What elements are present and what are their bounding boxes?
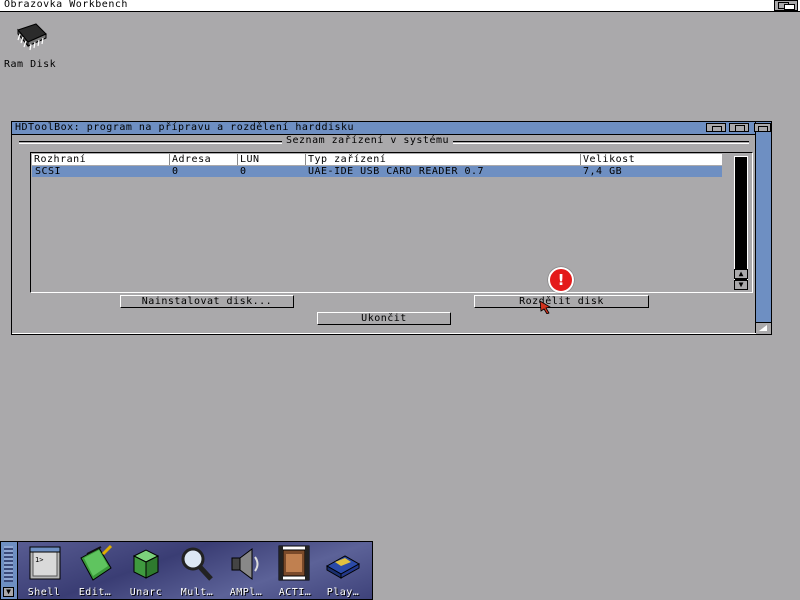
dock-item-play[interactable]: Play…: [319, 544, 367, 599]
magnifier-icon: [181, 547, 213, 581]
ram-disk-icon-item[interactable]: Ram Disk: [4, 20, 68, 72]
window-right-border: [754, 122, 771, 334]
dock-label-edit: Edit…: [78, 587, 112, 598]
speaker-icon: [231, 548, 259, 580]
column-header-lun[interactable]: LUN: [237, 154, 305, 165]
window-title: HDToolBox: program na přípravu a rozděle…: [15, 122, 355, 133]
column-header-size[interactable]: Velikost: [580, 154, 722, 165]
hdtoolbox-window: HDToolBox: program na přípravu a rozděle…: [11, 121, 772, 335]
partition-disk-button[interactable]: Rozdělit disk: [474, 295, 649, 308]
dock-item-action[interactable]: ACTI…: [271, 544, 319, 599]
dock-label-unarc: Unarc: [129, 587, 163, 598]
window-title-bar[interactable]: HDToolBox: program na přípravu a rozděle…: [12, 122, 756, 135]
screen-depth-gadget[interactable]: [774, 0, 798, 11]
dock-label-action: ACTI…: [278, 587, 312, 598]
dock-item-multiview[interactable]: Mult…: [173, 544, 221, 599]
iconify-gadget[interactable]: [706, 123, 726, 132]
device-list[interactable]: Rozhraní Adresa LUN Typ zařízení Velikos…: [30, 152, 753, 293]
dock: ▼ 1> Shell Edit… Unarc Mult… AMPl… ACTI……: [0, 541, 373, 600]
cell-interface: SCSI: [35, 166, 62, 177]
dock-label-play: Play…: [326, 587, 360, 598]
table-row[interactable]: SCSI 0 0 UAE-IDE USB CARD READER 0.7 7,4…: [32, 166, 722, 177]
alert-icon: !: [548, 267, 574, 293]
dock-label-shell: Shell: [27, 587, 61, 598]
cell-size: 7,4 GB: [583, 166, 623, 177]
dock-item-unarc[interactable]: Unarc: [122, 544, 170, 599]
chip-icon: [17, 23, 47, 51]
dock-collapse-icon[interactable]: ▼: [3, 587, 14, 597]
mouse-pointer-icon: [540, 301, 552, 314]
dock-item-amplifier[interactable]: AMPl…: [222, 544, 270, 599]
notepad-icon: [80, 544, 113, 581]
film-icon: [278, 545, 310, 581]
column-header-type[interactable]: Typ zařízení: [305, 154, 580, 165]
column-header-interface[interactable]: Rozhraní: [32, 154, 169, 165]
disc-icon: [325, 555, 361, 579]
ram-disk-label: Ram Disk: [4, 59, 57, 70]
screen-title-bar: Obrazovka Workbench: [0, 0, 800, 12]
zoom-gadget[interactable]: [729, 123, 749, 132]
cell-lun: 0: [240, 166, 247, 177]
dock-label-multiview: Mult…: [180, 587, 214, 598]
list-header: Rozhraní Adresa LUN Typ zařízení Velikos…: [32, 154, 722, 165]
cell-address: 0: [172, 166, 179, 177]
list-scrollbar[interactable]: [734, 156, 748, 282]
cell-type: UAE-IDE USB CARD READER 0.7: [308, 166, 485, 177]
dock-drag-handle[interactable]: ▼: [1, 542, 18, 599]
dock-item-shell[interactable]: 1> Shell: [20, 544, 68, 599]
screen-title: Obrazovka Workbench: [4, 0, 128, 10]
window-bottom-border: [12, 333, 756, 334]
cube-icon: [132, 549, 160, 579]
dock-label-amplifier: AMPl…: [229, 587, 263, 598]
svg-text:1>: 1>: [35, 556, 43, 564]
dock-item-edit[interactable]: Edit…: [71, 544, 119, 599]
scroll-down-button[interactable]: ▼: [734, 280, 748, 290]
install-disk-button[interactable]: Nainstalovat disk...: [120, 295, 294, 308]
scroll-up-button[interactable]: ▲: [734, 269, 748, 279]
depth-gadget[interactable]: [754, 123, 771, 132]
shell-icon: 1>: [29, 546, 61, 580]
group-label: Seznam zařízení v systému: [282, 135, 454, 146]
column-header-address[interactable]: Adresa: [169, 154, 237, 165]
size-gadget[interactable]: [756, 322, 771, 334]
quit-button[interactable]: Ukončit: [317, 312, 451, 325]
